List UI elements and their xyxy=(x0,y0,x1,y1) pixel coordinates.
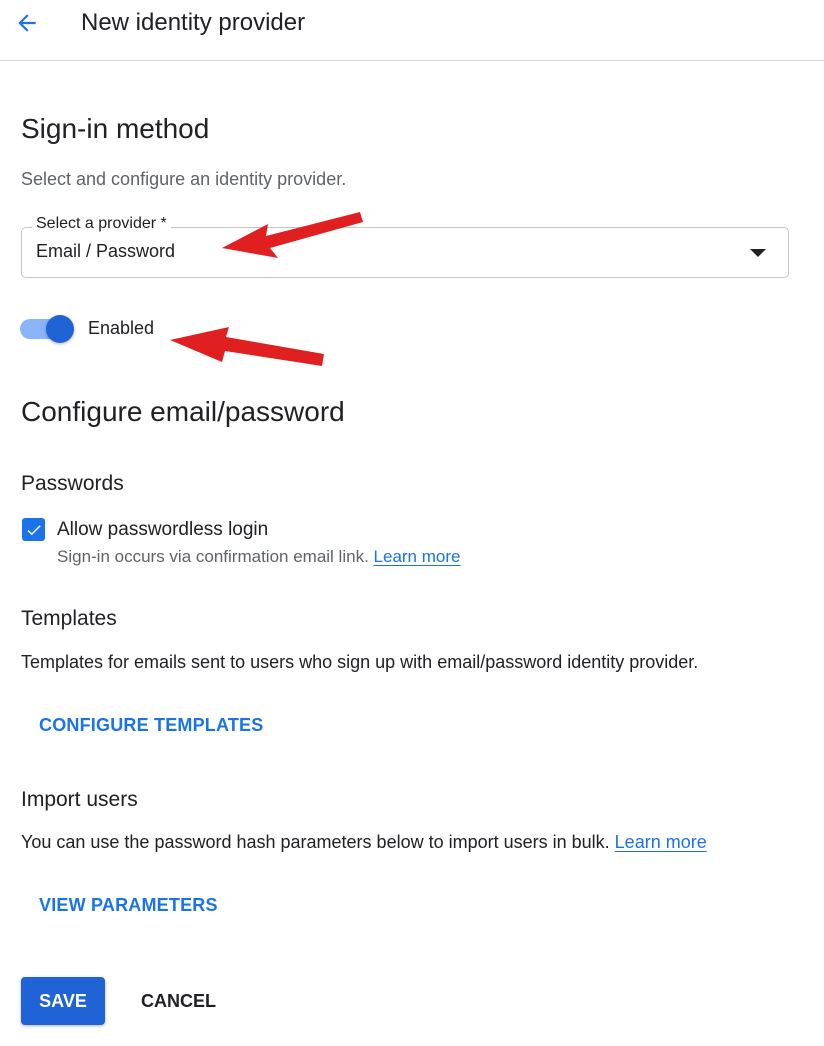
page-header: New identity provider xyxy=(0,0,824,61)
passwordless-help: Sign-in occurs via confirmation email li… xyxy=(57,547,460,567)
signin-description: Select and configure an identity provide… xyxy=(21,169,347,189)
signin-heading: Sign-in method xyxy=(21,113,210,144)
templates-description: Templates for emails sent to users who s… xyxy=(21,652,699,672)
enabled-label: Enabled xyxy=(88,318,155,338)
annotation-arrow-enabled xyxy=(170,327,324,366)
view-parameters-button[interactable]: VIEW PARAMETERS xyxy=(39,895,218,916)
import-users-text: You can use the password hash parameters… xyxy=(21,832,610,852)
passwordless-label: Allow passwordless login xyxy=(57,519,269,540)
import-learn-more-link[interactable]: Learn more xyxy=(615,832,707,852)
arrow-back-icon xyxy=(18,14,36,32)
provider-select[interactable]: Email / Password xyxy=(21,227,789,278)
provider-label: Select a provider * xyxy=(32,215,171,233)
passwords-heading: Passwords xyxy=(21,472,124,495)
configure-heading: Configure email/password xyxy=(21,396,345,427)
check-icon xyxy=(27,524,41,535)
page-title: New identity provider xyxy=(81,9,306,36)
configure-templates-button[interactable]: CONFIGURE TEMPLATES xyxy=(39,715,263,736)
import-users-description: You can use the password hash parameters… xyxy=(21,832,707,853)
cancel-button[interactable]: CANCEL xyxy=(141,991,216,1012)
passwordless-checkbox[interactable] xyxy=(22,518,45,541)
toggle-thumb xyxy=(46,315,74,343)
dropdown-caret-icon xyxy=(750,249,766,257)
templates-heading: Templates xyxy=(21,607,117,630)
provider-value: Email / Password xyxy=(36,241,176,261)
enabled-toggle[interactable] xyxy=(20,313,76,343)
passwordless-help-text: Sign-in occurs via confirmation email li… xyxy=(57,547,369,566)
back-button[interactable] xyxy=(10,8,44,38)
import-users-heading: Import users xyxy=(21,788,138,811)
save-button[interactable]: SAVE xyxy=(21,977,105,1025)
learn-more-link[interactable]: Learn more xyxy=(374,547,461,566)
